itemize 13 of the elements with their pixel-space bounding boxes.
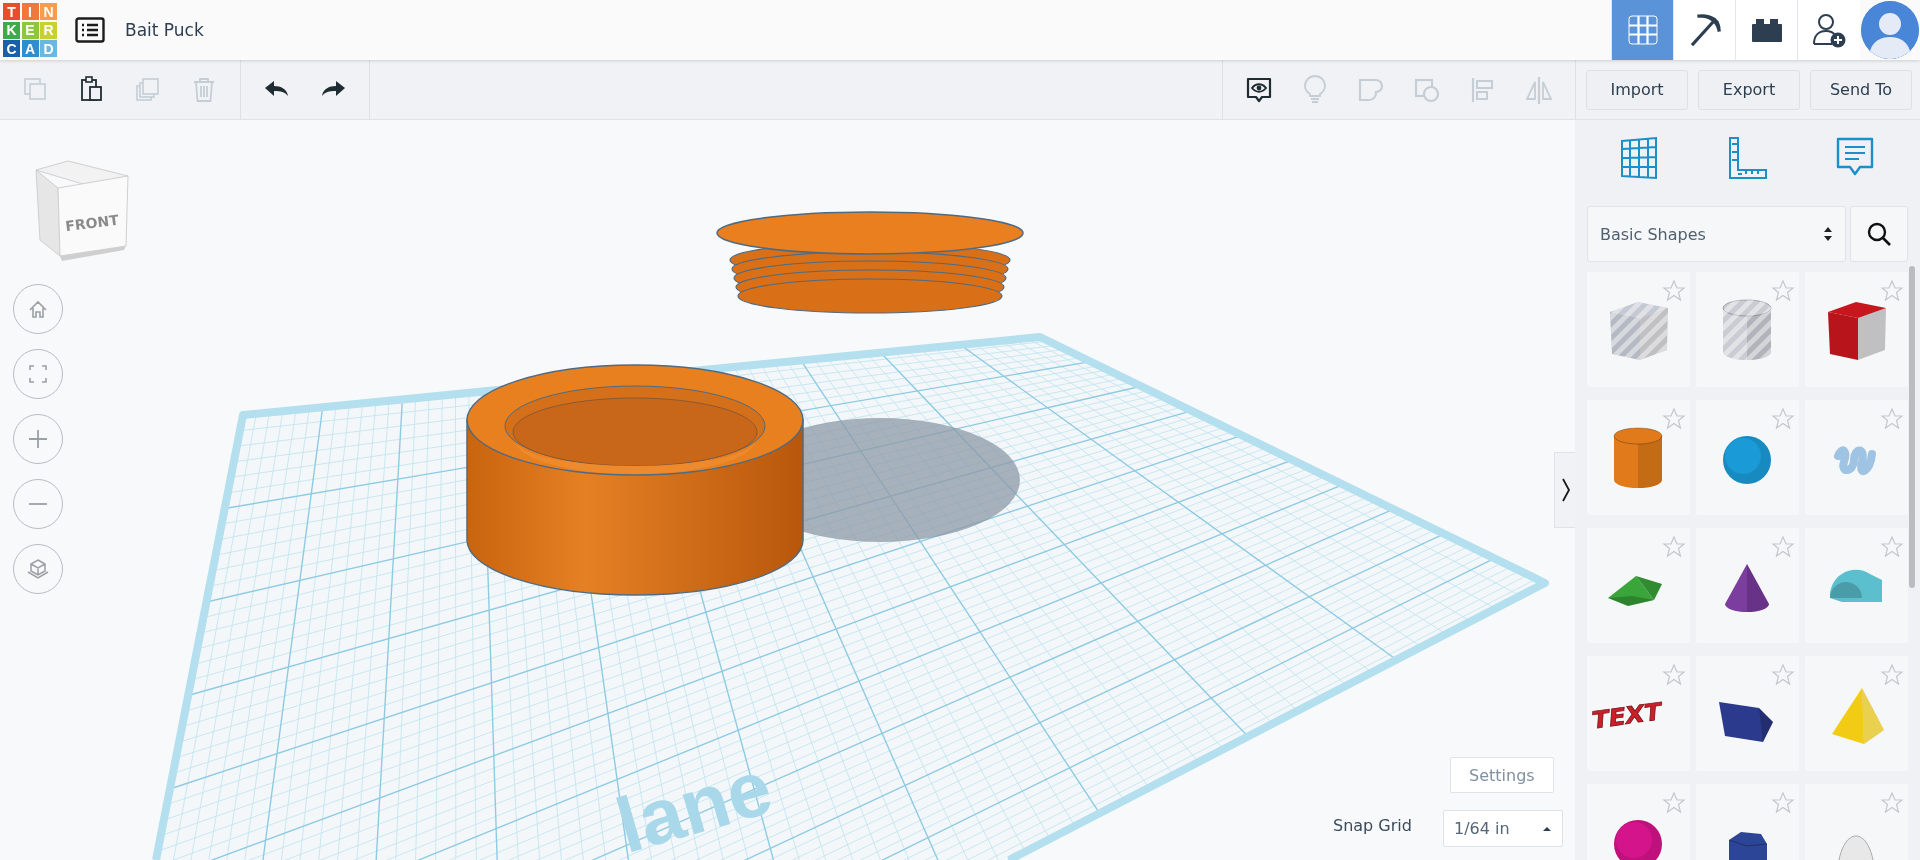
logo-letter: I	[21, 3, 39, 20]
workplane-label: lane	[606, 742, 782, 860]
logo-letter: N	[40, 3, 57, 20]
text-shape-label: TEXT	[1591, 696, 1663, 735]
logo-letter: D	[40, 40, 57, 57]
logo-letter: E	[21, 21, 39, 39]
logo-letter: K	[3, 21, 20, 39]
logo-letter: T	[3, 3, 20, 20]
logo-letter: C	[3, 40, 20, 57]
logo-letter: A	[21, 40, 39, 57]
snap-grid-label: Snap Grid	[1333, 815, 1412, 837]
logo-letter: R	[40, 21, 57, 39]
cube-face-label: FRONT	[64, 211, 120, 235]
